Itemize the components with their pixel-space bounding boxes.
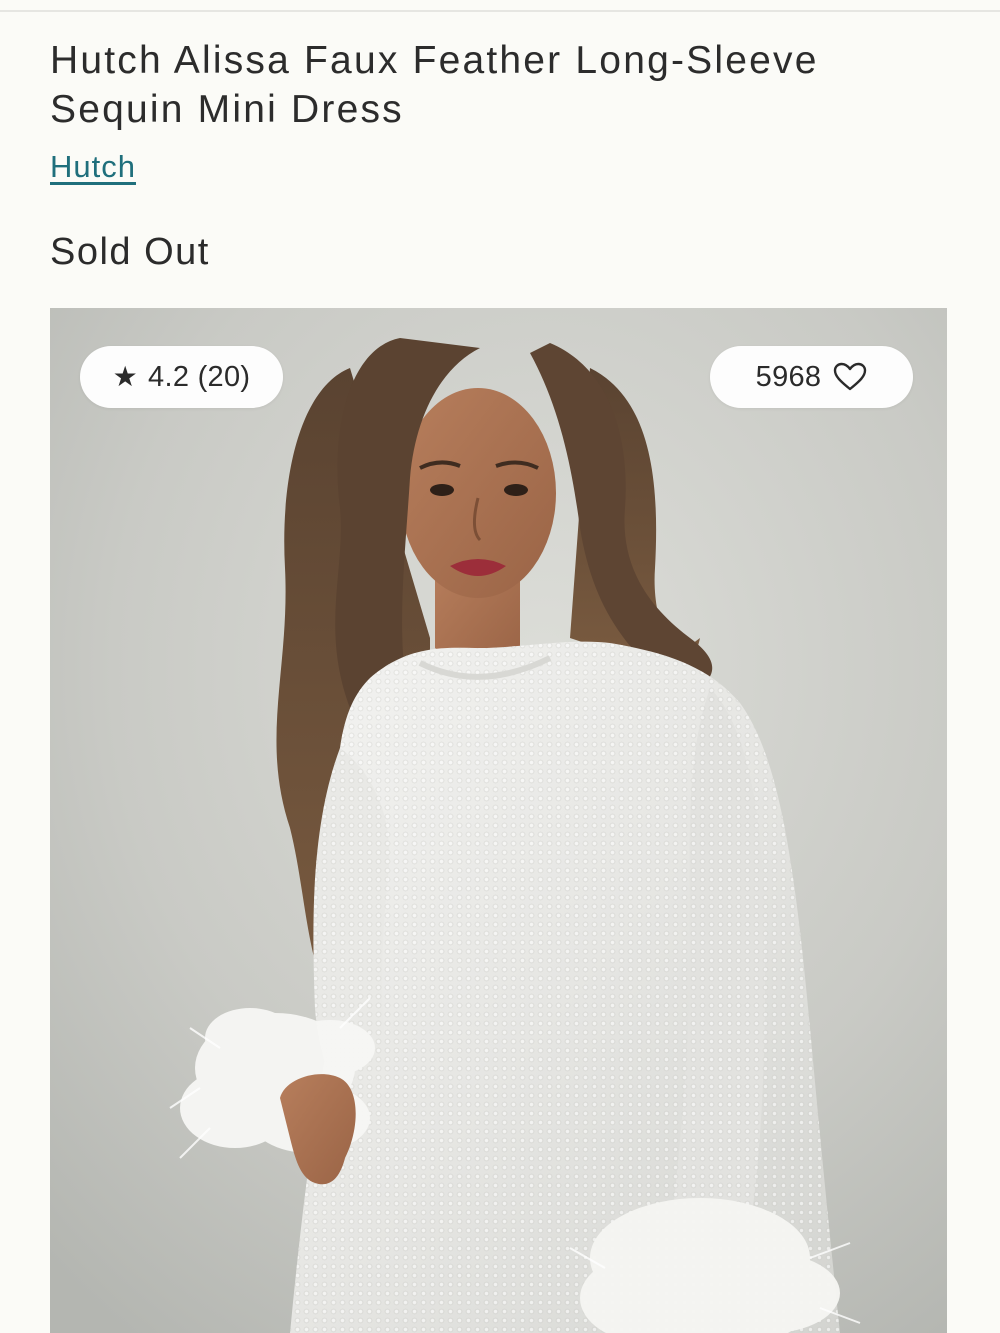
product-title: Hutch Alissa Faux Feather Long-Sleeve Se… [50,39,819,131]
rating-text: 4.2 (20) [148,360,251,393]
top-divider [0,10,1000,12]
favorite-button[interactable]: 5968 [710,346,913,408]
heart-icon [833,362,867,392]
favorite-count: 5968 [755,360,822,393]
stock-status: Sold Out [50,231,210,273]
star-icon: ★ [112,361,139,392]
brand-link[interactable]: Hutch [50,148,136,186]
product-image[interactable]: ★ 4.2 (20) 5968 [50,308,947,1333]
rating-badge[interactable]: ★ 4.2 (20) [80,346,283,408]
product-photo [50,308,947,1333]
